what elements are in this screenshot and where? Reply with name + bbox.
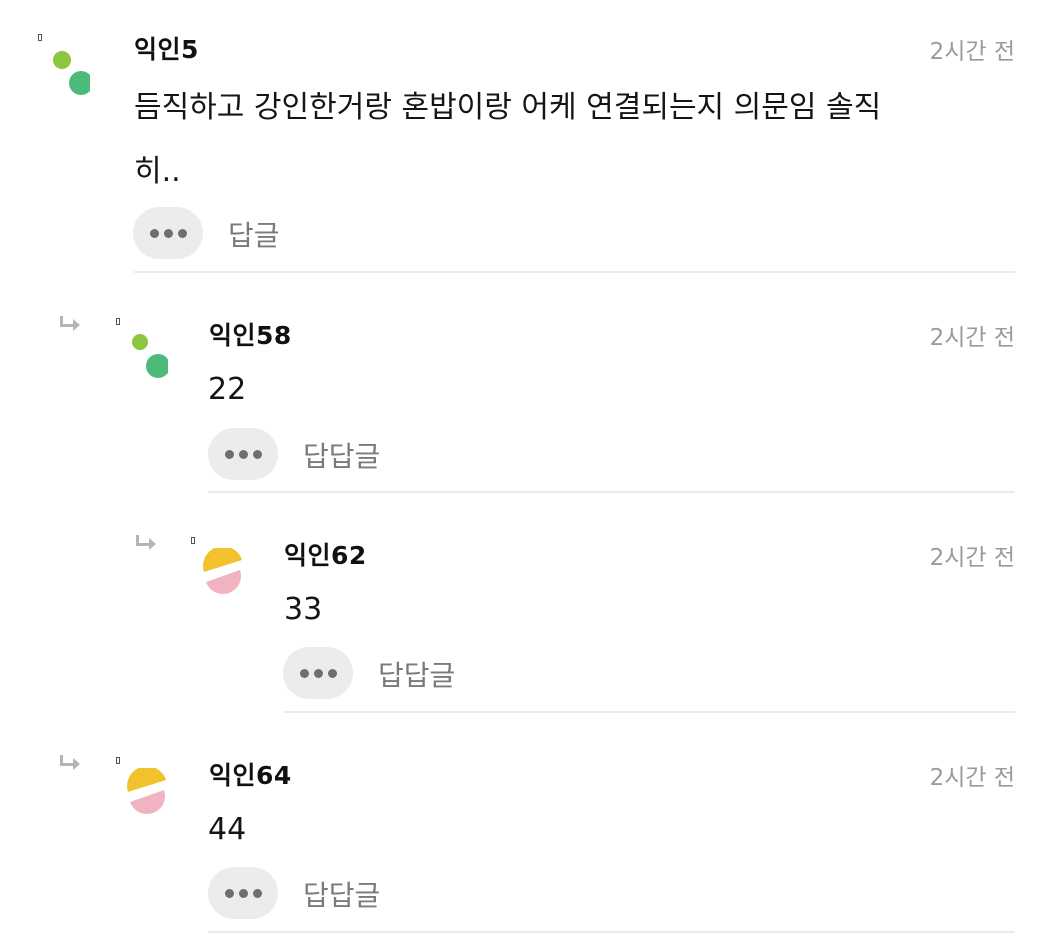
avatar-green-dots-icon[interactable] bbox=[50, 46, 90, 102]
comment-author[interactable]: 익인58 bbox=[209, 316, 292, 352]
reply-arrow-icon bbox=[60, 755, 80, 770]
comment-text: 44 bbox=[208, 812, 247, 847]
author-number: 64 bbox=[256, 761, 292, 790]
avatar-yellow-pink-icon[interactable] bbox=[126, 768, 166, 824]
author-prefix: 익인 bbox=[209, 761, 257, 790]
more-dot bbox=[252, 888, 262, 898]
avatar-green-dots-icon[interactable] bbox=[128, 330, 168, 386]
more-options-button[interactable] bbox=[208, 428, 278, 480]
reply-link[interactable]: 답답글 bbox=[378, 654, 455, 694]
reply-link[interactable]: 답답글 bbox=[303, 435, 380, 475]
badge-icon bbox=[116, 757, 120, 764]
more-dot bbox=[327, 668, 337, 678]
comment-divider bbox=[284, 711, 1015, 713]
author-prefix: 익인 bbox=[209, 321, 257, 350]
more-options-button[interactable] bbox=[283, 647, 353, 699]
comment-time: 2시간 전 bbox=[929, 325, 1015, 351]
comment-author[interactable]: 익인64 bbox=[209, 756, 292, 792]
comment-time: 2시간 전 bbox=[929, 39, 1015, 65]
reply-link[interactable]: 답글 bbox=[228, 214, 280, 254]
more-dot bbox=[252, 449, 262, 459]
reply-arrow-icon bbox=[136, 535, 156, 550]
comment-text: 듬직하고 강인한거랑 혼밥이랑 어케 연결되는지 의문임 솔직 히.. bbox=[134, 76, 881, 204]
comment-text-line: 듬직하고 강인한거랑 혼밥이랑 어케 연결되는지 의문임 솔직 bbox=[134, 90, 882, 125]
author-number: 58 bbox=[256, 321, 292, 350]
reply-arrow-icon bbox=[60, 316, 80, 331]
more-dots-icon bbox=[299, 668, 309, 678]
more-dots-icon bbox=[224, 449, 234, 459]
comment-text-line: 히.. bbox=[134, 154, 181, 189]
more-dot bbox=[238, 449, 248, 459]
comment-time: 2시간 전 bbox=[929, 545, 1015, 571]
more-options-button[interactable] bbox=[208, 867, 278, 919]
author-prefix: 익인 bbox=[284, 541, 332, 570]
more-options-button[interactable] bbox=[133, 207, 203, 259]
comment-divider bbox=[134, 271, 1015, 273]
comment-author[interactable]: 익인62 bbox=[284, 536, 367, 572]
more-dot bbox=[313, 668, 323, 678]
more-dots-icon bbox=[149, 228, 159, 238]
author-number: 5 bbox=[181, 35, 199, 64]
badge-icon bbox=[116, 318, 120, 325]
more-dot bbox=[177, 228, 187, 238]
comment-divider bbox=[208, 931, 1015, 933]
reply-link[interactable]: 답답글 bbox=[303, 874, 380, 914]
author-prefix: 익인 bbox=[134, 35, 182, 64]
comment-text: 33 bbox=[284, 592, 323, 627]
comment-text: 22 bbox=[208, 372, 247, 407]
more-dot bbox=[238, 888, 248, 898]
author-number: 62 bbox=[331, 541, 367, 570]
comment-author[interactable]: 익인5 bbox=[134, 30, 199, 66]
more-dots-icon bbox=[224, 888, 234, 898]
more-dot bbox=[163, 228, 173, 238]
badge-icon bbox=[38, 34, 42, 41]
comment-divider bbox=[208, 491, 1015, 493]
badge-icon bbox=[191, 537, 195, 544]
avatar-yellow-pink-icon[interactable] bbox=[202, 548, 242, 604]
comment-time: 2시간 전 bbox=[929, 765, 1015, 791]
